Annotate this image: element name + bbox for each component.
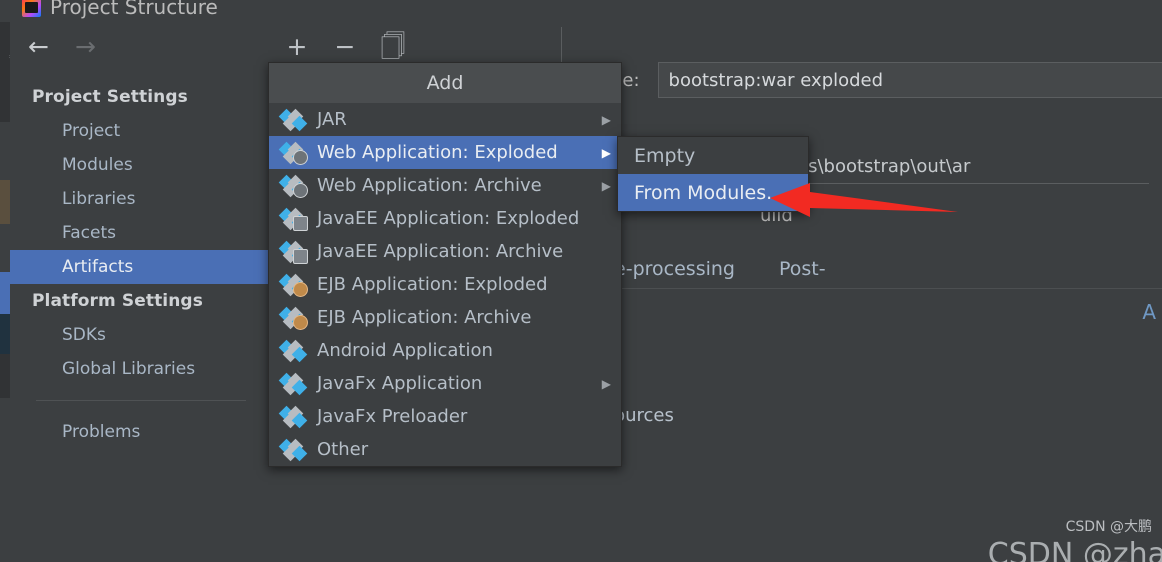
menu-item-label: Android Application (317, 340, 493, 361)
copy-icon[interactable]: 🗍 (378, 31, 408, 61)
artifact-name-input[interactable]: bootstrap:war exploded (657, 62, 1162, 98)
red-left-arrow (770, 183, 958, 217)
menu-item-label: JavaFx Application (317, 373, 483, 394)
nav-group-title-platform-settings: Platform Settings (32, 291, 203, 311)
sidebar-item-facets[interactable]: Facets (10, 216, 268, 250)
menu-item-label: EJB Application: Exploded (317, 274, 548, 295)
menu-item-label: JavaEE Application: Exploded (317, 208, 580, 229)
menu-item-label: EJB Application: Archive (317, 307, 532, 328)
artifact-android-icon (278, 339, 308, 362)
menu-item-label: Other (317, 439, 369, 460)
menu-item-label: JAR (317, 109, 347, 130)
artifact-javaee-icon (278, 207, 308, 231)
menu-item-label: Web Application: Archive (317, 175, 542, 196)
plus-icon[interactable]: + (282, 31, 312, 61)
menu-item-jar[interactable]: JAR ▶ (269, 103, 621, 136)
artifact-name-row: ne: bootstrap:war exploded (611, 62, 1162, 98)
nav-group-title-project-settings: Project Settings (32, 87, 188, 107)
arrow-right-icon[interactable]: → (75, 34, 96, 59)
menu-item-android-application[interactable]: Android Application (269, 334, 621, 367)
settings-nav-panel: ← → Project Settings Project Modules Lib… (10, 22, 269, 562)
menu-item-other[interactable]: Other (269, 433, 621, 466)
sidebar-item-modules[interactable]: Modules (10, 148, 268, 182)
menu-item-javaee-application-exploded[interactable]: JavaEE Application: Exploded (269, 202, 621, 235)
sidebar-item-project[interactable]: Project (10, 114, 268, 148)
intellij-idea-icon (22, 0, 41, 17)
artifact-javaee-icon (278, 240, 308, 264)
watermark-large: CSDN @zha (987, 537, 1162, 562)
add-menu-header: Add (269, 63, 621, 103)
sidebar-item-artifacts[interactable]: Artifacts (10, 250, 268, 284)
minus-icon[interactable]: − (330, 31, 360, 61)
menu-item-label: Web Application: Exploded (317, 142, 558, 163)
artifact-other-icon (278, 438, 308, 461)
artifact-web-icon (278, 141, 308, 165)
menu-item-label: JavaFx Preloader (317, 406, 468, 427)
watermark-small: CSDN @大鹏 (1065, 519, 1152, 535)
chevron-right-icon: ▶ (601, 145, 611, 160)
menu-item-javafx-application[interactable]: JavaFx Application ▶ (269, 367, 621, 400)
artifact-web-icon (278, 174, 308, 198)
sidebar-item-libraries[interactable]: Libraries (10, 182, 268, 216)
artifact-ejb-icon (278, 273, 308, 297)
settings-nav-list: Project Settings Project Modules Librari… (10, 80, 268, 449)
arrow-left-icon[interactable]: ← (28, 34, 49, 59)
artifact-ejb-icon (278, 306, 308, 330)
menu-item-javaee-application-archive[interactable]: JavaEE Application: Archive (269, 235, 621, 268)
chevron-right-icon: ▶ (601, 376, 611, 391)
sidebar-item-global-libraries[interactable]: Global Libraries (10, 352, 268, 386)
chevron-right-icon: ▶ (601, 178, 611, 193)
artifact-javafx-icon (278, 372, 308, 395)
chevron-right-icon: ▶ (601, 112, 611, 127)
menu-item-ejb-application-exploded[interactable]: EJB Application: Exploded (269, 268, 621, 301)
dialog-title: Project Structure (50, 0, 218, 19)
menu-item-label: JavaEE Application: Archive (317, 241, 564, 262)
toolbar-right-label: A (1142, 300, 1156, 324)
menu-item-label: Empty (634, 144, 696, 167)
nav-history-controls: ← → (10, 22, 268, 70)
menu-item-javafx-preloader[interactable]: JavaFx Preloader (269, 400, 621, 433)
sidebar-item-sdks[interactable]: SDKs (10, 318, 268, 352)
menu-item-web-application-exploded[interactable]: Web Application: Exploded ▶ (269, 136, 621, 169)
screenshot-root: ☉ € b t Project Structure ← → Project Se… (0, 0, 1162, 562)
artifact-javafx-icon (278, 405, 308, 428)
add-artifact-menu: Add JAR ▶ Web Application: Exploded ▶ We… (268, 62, 622, 467)
menu-item-ejb-application-archive[interactable]: EJB Application: Archive (269, 301, 621, 334)
menu-item-empty[interactable]: Empty (618, 137, 808, 174)
tab-post-processing[interactable]: Post- (757, 258, 848, 290)
toolbar-divider (561, 27, 562, 67)
dialog-titlebar: Project Structure (0, 0, 1162, 22)
sidebar-item-problems[interactable]: Problems (10, 415, 268, 449)
artifact-jar-icon (278, 108, 308, 131)
menu-item-web-application-archive[interactable]: Web Application: Archive ▶ (269, 169, 621, 202)
nav-divider (36, 400, 246, 401)
